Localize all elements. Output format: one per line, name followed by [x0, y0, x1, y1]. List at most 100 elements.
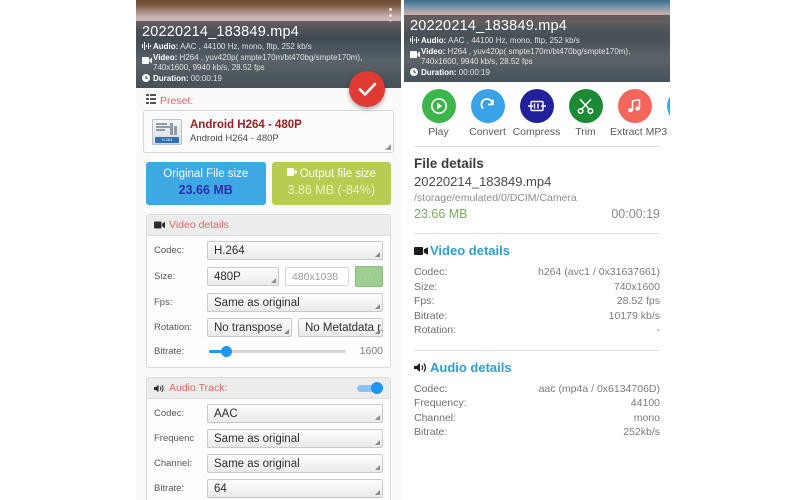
video-camera-icon — [414, 246, 428, 256]
kv-key: Codec: — [414, 266, 448, 278]
slider-knob[interactable] — [221, 345, 232, 357]
action-buttons-row: Play Convert Compress Trim Extract MP3 — [404, 82, 670, 141]
kv-key: Channel: — [414, 411, 457, 424]
audio-codec-row: Codec: AAC — [154, 404, 383, 423]
export-icon — [286, 167, 298, 182]
video-codec-select[interactable]: H.264 — [207, 241, 383, 260]
file-details-size-row: 23.66 MB 00:00:19 — [414, 207, 660, 221]
left-video-filename: 20220214_183849.mp4 — [142, 24, 299, 40]
preset-selector[interactable]: H.264 Android H264 - 480P Android H264 -… — [143, 110, 394, 153]
right-thumbnail-info: 20220214_183849.mp4 Audio: AAC , 44100 H… — [404, 15, 670, 82]
audio-bitrate-select[interactable]: 64 — [207, 479, 383, 498]
clock-icon — [410, 68, 421, 76]
audio-track-card: Audio Track: Codec: AAC Frequenc Same as… — [146, 377, 391, 500]
video-size-more-button[interactable]: ... — [355, 266, 383, 287]
video-details-header: Video details — [147, 215, 390, 236]
audio-wave-icon — [410, 36, 421, 44]
preset-icon-badge: H.264 — [161, 136, 173, 142]
right-video-details-section: Video details Codec: h264 (avc1 / 0x31637… — [404, 234, 670, 338]
audio-wave-icon — [142, 42, 153, 50]
kv-value: 740x1600 — [613, 280, 660, 293]
left-duration-label: Duration: — [153, 74, 189, 83]
right-audio-text: AAC , 44100 Hz, mono, fltp, 252 kb/s — [448, 36, 580, 45]
video-size-label: Size: — [154, 271, 176, 282]
video-camera-icon — [142, 53, 153, 64]
action-trim[interactable]: Trim — [561, 89, 610, 139]
extract-icon — [666, 89, 670, 123]
kv-value: - — [656, 324, 661, 336]
kv-value: 10179 kb/s — [608, 309, 660, 322]
output-file-size-value: 3.86 MB (-84%) — [287, 183, 376, 197]
file-size-chips: Original File size 23.66 MB Output file … — [143, 153, 394, 214]
kv-key: Frequency: — [414, 397, 467, 409]
action-extract-mp3[interactable]: Extract MP3 — [610, 89, 668, 139]
video-size-custom-input[interactable]: 480x1038 — [285, 267, 349, 286]
kv-row: Size: 740x1600 — [414, 280, 660, 295]
original-file-size-chip: Original File size 23.66 MB — [146, 162, 266, 205]
file-details-header: File details — [414, 156, 484, 171]
right-panel-file-info: 20220214_183849.mp4 Audio: AAC , 44100 H… — [404, 0, 670, 500]
action-compress-label: Compress — [512, 126, 561, 138]
kv-value: mono — [633, 411, 660, 424]
file-details-section: File details 20220214_183849.mp4 /storag… — [404, 147, 670, 221]
kv-key: Bitrate: — [414, 426, 448, 438]
speaker-icon — [414, 362, 428, 373]
video-bitrate-value: 1600 — [359, 345, 383, 357]
video-rotation-row: Rotation: No transpose No Metatdata r.. — [154, 318, 383, 337]
right-duration-label: Duration: — [421, 68, 457, 77]
preset-header-label: Preset: — [160, 94, 194, 107]
video-codec-label: Codec: — [154, 245, 185, 256]
audio-channel-row: Channel: Same as original — [154, 454, 383, 473]
audio-codec-label: Codec: — [154, 408, 185, 419]
video-bitrate-slider[interactable] — [207, 343, 346, 359]
kv-row: Bitrate: 10179 kb/s — [414, 309, 660, 324]
audio-frequency-select[interactable]: Same as original — [207, 429, 383, 448]
kv-key: Bitrate: — [414, 309, 448, 322]
left-video-meta: Video: H264 , yuv420p( smpte170m/bt470bg… — [142, 53, 395, 73]
audio-track-toggle[interactable] — [357, 382, 383, 394]
audio-codec-select[interactable]: AAC — [207, 404, 383, 423]
confirm-convert-button[interactable] — [349, 71, 385, 107]
right-video-details-header-label: Video details — [430, 243, 510, 258]
video-size-row: Size: 480P 480x1038 ... — [154, 266, 383, 287]
audio-bitrate-row: Bitrate: 64 — [154, 479, 383, 498]
video-details-card: Video details Codec: H.264 Size: 480P 48… — [146, 214, 391, 368]
audio-frequency-row: Frequenc Same as original — [154, 429, 383, 448]
audio-channel-select[interactable]: Same as original — [207, 454, 383, 473]
right-video-thumbnail[interactable]: 20220214_183849.mp4 Audio: AAC , 44100 H… — [404, 0, 670, 82]
video-camera-icon — [410, 47, 421, 58]
action-compress[interactable]: Compress — [512, 89, 561, 139]
video-size-select[interactable]: 480P — [207, 267, 279, 286]
video-metadata-select[interactable]: No Metatdata r.. — [298, 318, 383, 337]
action-convert-label: Convert — [469, 126, 506, 138]
right-video-meta: Video: H264 , yuv420p( smpte170m/bt470bg… — [410, 47, 664, 67]
right-video-label: Video: — [421, 47, 446, 56]
video-fps-label: Fps: — [154, 297, 173, 308]
right-audio-label: Audio: — [421, 36, 447, 45]
right-audio-details-section: Audio details Codec: aac (mp4a / 0x613470… — [404, 351, 670, 440]
scissors-icon — [568, 89, 603, 123]
action-extract-label: Extra — [659, 125, 670, 139]
action-convert[interactable]: Convert — [463, 89, 512, 139]
video-rotation-label: Rotation: — [154, 322, 193, 333]
original-file-size-label: Original File size — [163, 168, 249, 180]
action-play[interactable]: Play — [414, 89, 463, 139]
left-panel-convert-settings: 20220214_183849.mp4 Audio: AAC , 44100 H… — [136, 0, 401, 500]
kv-row: Rotation: - — [414, 323, 660, 338]
left-duration-text: 00:00:19 — [190, 74, 222, 83]
video-fps-select[interactable]: Same as original — [207, 293, 383, 312]
action-play-label: Play — [428, 126, 449, 138]
left-audio-text: AAC , 44100 Hz, mono, fltp, 252 kb/s — [180, 42, 312, 51]
preset-title: Android H264 - 480P — [190, 119, 302, 131]
action-extract[interactable]: Extra — [659, 89, 670, 139]
video-rotation-select[interactable]: No transpose — [207, 318, 292, 337]
file-details-filename: 20220214_183849.mp4 — [414, 174, 552, 189]
kv-row: Fps: 28.52 fps — [414, 294, 660, 309]
action-extract-mp3-label: Extract MP3 — [610, 126, 668, 138]
left-settings-body: Preset: H.264 Android H264 - 480P Androi… — [136, 88, 401, 500]
left-audio-label: Audio: — [153, 42, 179, 51]
kv-value: h264 (avc1 / 0x31637661) — [537, 266, 660, 278]
audio-bitrate-label: Bitrate: — [154, 483, 185, 494]
list-icon — [146, 94, 156, 107]
kv-key: Codec: — [414, 382, 448, 395]
